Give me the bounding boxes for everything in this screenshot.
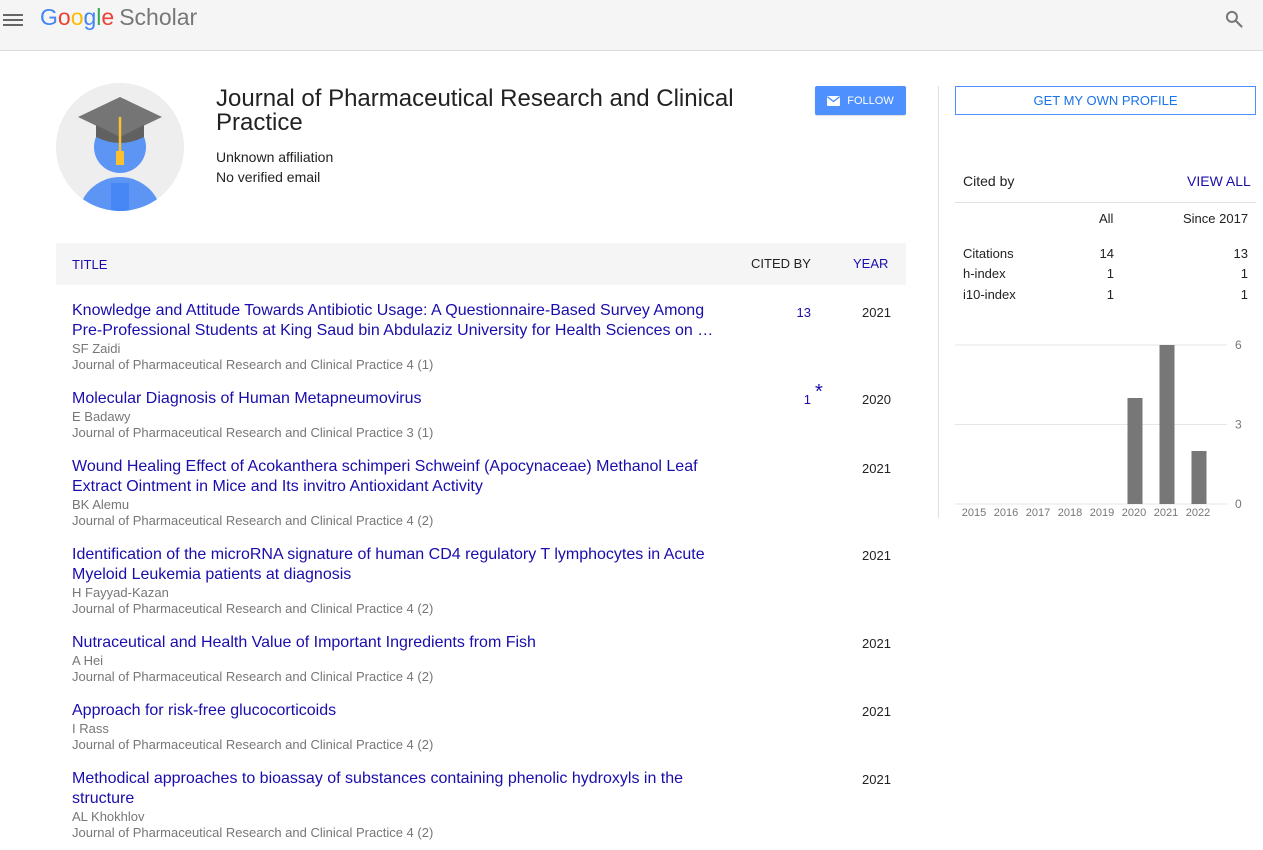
article-title-link[interactable]: Nutraceutical and Health Value of Import… — [72, 633, 722, 653]
cited-count-link[interactable]: 13 — [756, 305, 811, 320]
chart-x-tick-label: 2022 — [1186, 507, 1210, 519]
article-title-link[interactable]: Molecular Diagnosis of Human Metapneumov… — [72, 389, 722, 409]
article-title-link[interactable]: Identification of the microRNA signature… — [72, 545, 722, 585]
article-authors: A Hei — [72, 653, 104, 668]
profile-affiliation: Unknown affiliation — [216, 149, 334, 165]
chart-x-tick-label: 2018 — [1058, 507, 1082, 519]
stat-since: 1 — [1240, 287, 1248, 302]
article-venue: Journal of Pharmaceutical Research and C… — [72, 737, 434, 752]
chart-x-tick-label: 2017 — [1026, 507, 1050, 519]
logo-letter: g — [83, 4, 97, 30]
stat-name: Citations — [963, 246, 1014, 261]
article-authors: AL Khokhlov — [72, 809, 145, 824]
sort-by-title[interactable]: TITLE — [72, 257, 107, 272]
chart-x-tick-label: 2019 — [1090, 507, 1114, 519]
graduate-avatar-icon — [56, 83, 184, 211]
profile-name: Journal of Pharmaceutical Research and C… — [216, 85, 734, 136]
chart-x-tick-label: 2021 — [1154, 507, 1178, 519]
chart-y-tick-label: 0 — [1235, 497, 1242, 511]
stats-divider — [955, 202, 1256, 203]
logo-letter: e — [101, 4, 115, 30]
logo-product: Scholar — [119, 4, 198, 30]
chart-x-tick-label: 2020 — [1122, 507, 1146, 519]
article-authors: H Fayyad-Kazan — [72, 585, 169, 600]
article-year: 2021 — [862, 461, 891, 476]
avatar — [56, 83, 184, 211]
article-authors: E Badawy — [72, 409, 131, 424]
profile-email: No verified email — [216, 169, 321, 185]
stat-all: 14 — [1099, 246, 1114, 261]
chart-bar-2020[interactable] — [1127, 398, 1143, 504]
article-year: 2020 — [862, 392, 891, 407]
chart-x-tick-label: 2015 — [962, 507, 986, 519]
article-year: 2021 — [862, 305, 891, 320]
stats-col-all: All — [1099, 211, 1114, 226]
follow-button[interactable]: FOLLOW — [815, 86, 906, 115]
article-year: 2021 — [862, 704, 891, 719]
article-venue: Journal of Pharmaceutical Research and C… — [72, 357, 434, 372]
cited-by-heading: Cited by — [963, 173, 1015, 189]
stat-since: 13 — [1233, 246, 1248, 261]
view-all-link[interactable]: VIEW ALL — [1187, 173, 1251, 189]
logo-letter: o — [70, 4, 84, 30]
stat-name: i10-index — [963, 287, 1016, 302]
article-venue: Journal of Pharmaceutical Research and C… — [72, 425, 434, 440]
article-title-link[interactable]: Approach for risk-free glucocorticoids — [72, 701, 722, 721]
stat-since: 1 — [1240, 266, 1248, 281]
get-my-own-profile-button[interactable]: GET MY OWN PROFILE — [955, 86, 1256, 115]
column-divider — [938, 86, 939, 518]
chart-y-tick-label: 6 — [1235, 338, 1242, 352]
chart-x-tick-label: 2016 — [994, 507, 1018, 519]
article-title-link[interactable]: Knowledge and Attitude Towards Antibioti… — [72, 301, 722, 341]
logo-letter: o — [57, 4, 71, 30]
article-venue: Journal of Pharmaceutical Research and C… — [72, 669, 434, 684]
sort-by-year[interactable]: YEAR — [853, 256, 888, 271]
chart-y-tick-label: 3 — [1235, 418, 1242, 432]
top-bar: Google Scholar — [0, 0, 1263, 51]
logo-letter: G — [40, 4, 58, 30]
stats-col-since: Since 2017 — [1183, 211, 1249, 226]
follow-label: FOLLOW — [847, 94, 894, 107]
stat-all: 1 — [1106, 287, 1114, 302]
article-authors: I Rass — [72, 721, 109, 736]
merged-citation-star: * — [815, 381, 823, 403]
envelope-icon — [827, 95, 841, 106]
citations-per-year-chart: 0 3 6 2015 2016 2017 2018 2019 2020 2021 2022 — [955, 338, 1242, 519]
article-venue: Journal of Pharmaceutical Research and C… — [72, 825, 434, 840]
search-icon[interactable] — [1224, 9, 1244, 29]
article-venue: Journal of Pharmaceutical Research and C… — [72, 601, 434, 616]
sort-by-cited[interactable]: CITED BY — [751, 256, 811, 271]
stat-name: h-index — [963, 266, 1006, 281]
articles-table-header: TITLE CITED BY YEAR — [56, 243, 906, 285]
google-scholar-logo[interactable]: Google Scholar — [40, 4, 197, 31]
article-authors: SF Zaidi — [72, 341, 121, 356]
article-authors: BK Alemu — [72, 497, 130, 512]
chart-bar-2022[interactable] — [1191, 451, 1207, 504]
stat-all: 1 — [1106, 266, 1114, 281]
menu-icon[interactable] — [3, 11, 23, 27]
article-venue: Journal of Pharmaceutical Research and C… — [72, 513, 434, 528]
article-year: 2021 — [862, 772, 891, 787]
article-title-link[interactable]: Wound Healing Effect of Acokanthera schi… — [72, 457, 722, 497]
cited-count-link[interactable]: 1 — [756, 392, 811, 407]
article-year: 2021 — [862, 548, 891, 563]
chart-bar-2021[interactable] — [1159, 345, 1175, 504]
article-year: 2021 — [862, 636, 891, 651]
article-title-link[interactable]: Methodical approaches to bioassay of sub… — [72, 769, 722, 809]
